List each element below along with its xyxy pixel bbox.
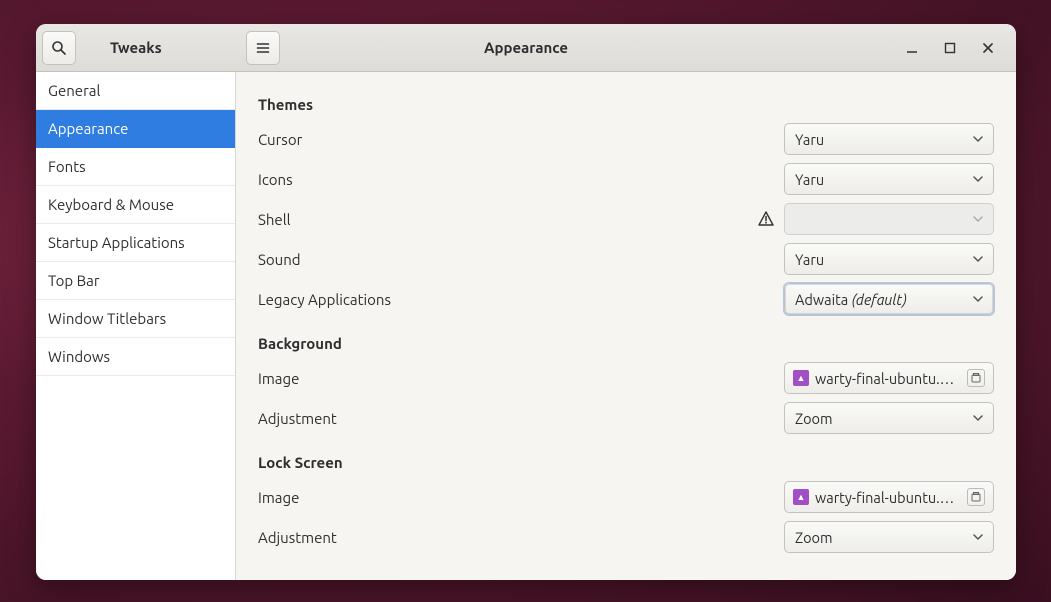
label-shell: Shell [258, 211, 291, 228]
label-icons: Icons [258, 171, 293, 188]
search-icon [51, 40, 67, 56]
image-thumb-icon: ▲ [793, 370, 809, 386]
chevron-down-icon [973, 256, 983, 262]
sidebar-item-general[interactable]: General [36, 72, 235, 110]
sidebar-item-label: Appearance [48, 120, 128, 137]
chevron-down-icon [973, 136, 983, 142]
content: General Appearance Fonts Keyboard & Mous… [36, 72, 1016, 580]
headerbar-left: Tweaks [42, 31, 242, 65]
combo-value: Yaru [795, 131, 824, 148]
section-title-background: Background [258, 335, 994, 352]
chevron-down-icon [973, 216, 983, 222]
row-ls-image: Image ▲ warty-final-ubuntu.png [258, 477, 994, 517]
sidebar-item-windows[interactable]: Windows [36, 338, 235, 376]
sidebar-item-label: Windows [48, 348, 110, 365]
row-cursor: Cursor Yaru [258, 119, 994, 159]
combo-value: Adwaita (default) [795, 291, 907, 308]
minimize-icon [906, 42, 918, 54]
tweaks-window: Tweaks Appearance [36, 24, 1016, 580]
combo-value: Yaru [795, 171, 824, 188]
sidebar-item-fonts[interactable]: Fonts [36, 148, 235, 186]
label-sound: Sound [258, 251, 301, 268]
sidebar-item-appearance[interactable]: Appearance [36, 110, 235, 148]
combo-value: Zoom [795, 529, 833, 546]
row-bg-image: Image ▲ warty-final-ubuntu.png [258, 358, 994, 398]
sidebar-item-label: Startup Applications [48, 234, 185, 251]
sidebar-item-label: Fonts [48, 158, 86, 175]
file-name: warty-final-ubuntu.png [815, 370, 961, 387]
label-ls-image: Image [258, 489, 299, 506]
file-open-icon [967, 369, 985, 387]
row-ls-adjustment: Adjustment Zoom [258, 517, 994, 557]
file-open-icon [967, 488, 985, 506]
maximize-button[interactable] [940, 38, 960, 58]
file-bg-image[interactable]: ▲ warty-final-ubuntu.png [784, 362, 994, 394]
sidebar-item-startup-apps[interactable]: Startup Applications [36, 224, 235, 262]
combo-bg-adjustment[interactable]: Zoom [784, 402, 994, 434]
combo-cursor[interactable]: Yaru [784, 123, 994, 155]
headerbar: Tweaks Appearance [36, 24, 1016, 72]
combo-shell [784, 203, 994, 235]
combo-legacy[interactable]: Adwaita (default) [784, 283, 994, 315]
image-thumb-icon: ▲ [793, 489, 809, 505]
label-bg-image: Image [258, 370, 299, 387]
app-title: Tweaks [110, 39, 162, 56]
sidebar-item-label: Window Titlebars [48, 310, 166, 327]
main-panel: Themes Cursor Yaru Icons Yaru [236, 72, 1016, 580]
label-legacy: Legacy Applications [258, 291, 391, 308]
section-title-themes: Themes [258, 96, 994, 113]
file-ls-image[interactable]: ▲ warty-final-ubuntu.png [784, 481, 994, 513]
close-button[interactable] [978, 38, 998, 58]
row-legacy: Legacy Applications Adwaita (default) [258, 279, 994, 319]
combo-ls-adjustment[interactable]: Zoom [784, 521, 994, 553]
search-button[interactable] [42, 31, 76, 65]
menu-button[interactable] [246, 31, 280, 65]
combo-sound[interactable]: Yaru [784, 243, 994, 275]
row-icons: Icons Yaru [258, 159, 994, 199]
row-shell: Shell [258, 199, 994, 239]
sidebar-item-label: Top Bar [48, 272, 100, 289]
maximize-icon [944, 42, 956, 54]
sidebar-item-label: Keyboard & Mouse [48, 196, 174, 213]
chevron-down-icon [973, 296, 983, 302]
sidebar-item-top-bar[interactable]: Top Bar [36, 262, 235, 300]
minimize-button[interactable] [902, 38, 922, 58]
combo-value: Zoom [795, 410, 833, 427]
combo-value: Yaru [795, 251, 824, 268]
combo-icons[interactable]: Yaru [784, 163, 994, 195]
row-sound: Sound Yaru [258, 239, 994, 279]
section-title-lockscreen: Lock Screen [258, 454, 994, 471]
sidebar-item-label: General [48, 82, 100, 99]
chevron-down-icon [973, 534, 983, 540]
hamburger-icon [255, 40, 271, 56]
close-icon [982, 42, 994, 54]
label-ls-adjustment: Adjustment [258, 529, 337, 546]
row-bg-adjustment: Adjustment Zoom [258, 398, 994, 438]
chevron-down-icon [973, 415, 983, 421]
chevron-down-icon [973, 176, 983, 182]
sidebar-item-keyboard-mouse[interactable]: Keyboard & Mouse [36, 186, 235, 224]
warning-icon [756, 209, 776, 229]
label-bg-adjustment: Adjustment [258, 410, 337, 427]
label-cursor: Cursor [258, 131, 302, 148]
sidebar-item-window-titlebars[interactable]: Window Titlebars [36, 300, 235, 338]
file-name: warty-final-ubuntu.png [815, 489, 961, 506]
sidebar: General Appearance Fonts Keyboard & Mous… [36, 72, 236, 580]
window-controls [902, 38, 1010, 58]
